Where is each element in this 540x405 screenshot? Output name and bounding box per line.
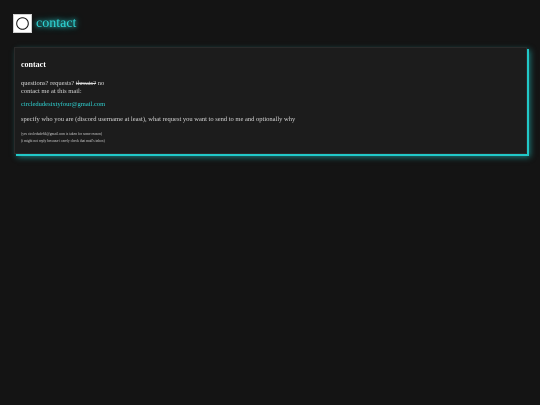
card-title: contact <box>21 60 46 69</box>
site-header: contact <box>13 13 76 34</box>
intro-text: questions? requests? threats? no contact… <box>21 80 104 96</box>
intro-part-1: questions? requests? <box>21 80 76 87</box>
circle-icon[interactable] <box>13 14 32 33</box>
intro-line-2: contact me at this mail: <box>21 88 82 95</box>
contact-card: contact questions? requests? threats? no… <box>14 47 527 154</box>
note-reply: (i might not reply because i rarely chec… <box>21 139 105 143</box>
site-title-link[interactable]: contact <box>36 16 76 31</box>
instructions-text: specify who you are (discord username at… <box>21 116 296 123</box>
note-taken: (yes circledude64@gmail.com is taken for… <box>21 132 103 136</box>
email-link[interactable]: circledudesixtyfour@gmail.com <box>21 101 105 108</box>
intro-part-2: no <box>96 80 105 87</box>
struck-text: threats? <box>75 80 97 87</box>
